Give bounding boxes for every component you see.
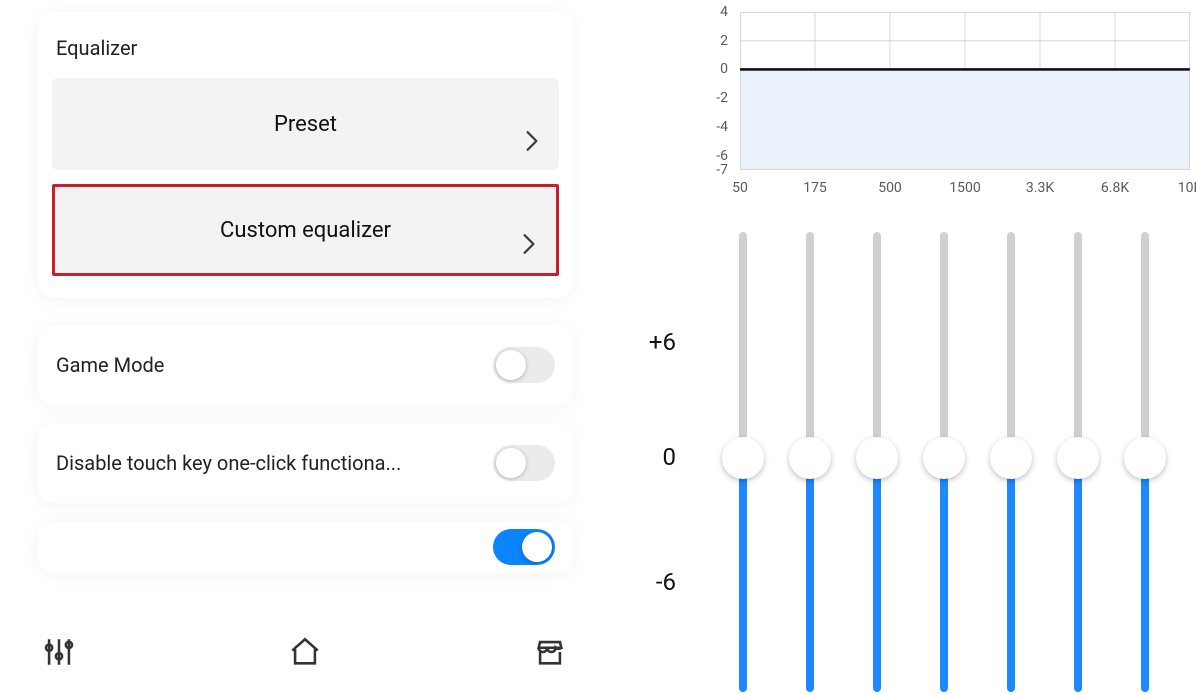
preset-option[interactable]: Preset	[52, 78, 559, 170]
home-icon[interactable]	[288, 635, 322, 669]
disable-touch-toggle[interactable]	[493, 445, 555, 481]
slider-scale-min: -6	[624, 568, 676, 596]
chevron-right-icon	[522, 233, 536, 259]
disable-touch-row: Disable touch key one-click functiona...	[38, 423, 573, 503]
slider-track-upper	[1007, 232, 1015, 448]
chart-y-tick: -7	[694, 162, 728, 178]
chart-y-tick: 2	[694, 33, 728, 49]
eq-band-slider[interactable]	[923, 232, 965, 692]
slider-track-lower	[1141, 462, 1149, 692]
chart-x-tick: 6.8K	[1101, 180, 1129, 196]
eq-band-slider[interactable]	[990, 232, 1032, 692]
chart-y-tick: -2	[694, 90, 728, 106]
eq-band-slider[interactable]	[722, 232, 764, 692]
chart-y-tick: -4	[694, 119, 728, 135]
slider-thumb[interactable]	[1124, 437, 1166, 479]
slider-thumb[interactable]	[789, 437, 831, 479]
game-mode-label: Game Mode	[56, 353, 164, 377]
custom-equalizer-option[interactable]: Custom equalizer	[52, 184, 559, 276]
chart-x-tick: 500	[878, 180, 902, 196]
partial-setting-toggle[interactable]	[493, 529, 555, 565]
partial-setting-row	[38, 521, 573, 573]
equalizer-card: Equalizer Preset Custom equalizer	[38, 12, 573, 298]
slider-scale-max: +6	[624, 328, 676, 356]
custom-equalizer-label: Custom equalizer	[220, 218, 391, 243]
slider-track-lower	[1007, 462, 1015, 692]
eq-sliders-area: +6 0 -6	[610, 232, 1180, 692]
slider-track-lower	[739, 462, 747, 692]
eq-band-slider[interactable]	[789, 232, 831, 692]
chart-x-tick: 50	[732, 180, 748, 196]
store-icon[interactable]	[533, 635, 567, 669]
preset-label: Preset	[274, 112, 337, 137]
eq-band-slider[interactable]	[1124, 232, 1166, 692]
sliders-icon[interactable]	[42, 635, 76, 669]
equalizer-title: Equalizer	[56, 36, 555, 60]
slider-track-lower	[873, 462, 881, 692]
slider-track-upper	[873, 232, 881, 448]
slider-thumb[interactable]	[856, 437, 898, 479]
equalizer-editor: 420-2-4-6-7 5017550015003.3K6.8K10K +6 0…	[610, 0, 1180, 694]
slider-track-upper	[1074, 232, 1082, 448]
slider-scale-mid: 0	[624, 443, 676, 471]
game-mode-row: Game Mode	[38, 325, 573, 405]
chevron-right-icon	[525, 130, 539, 156]
chart-x-tick: 1500	[949, 180, 980, 196]
slider-track-lower	[1074, 462, 1082, 692]
disable-touch-label: Disable touch key one-click functiona...	[56, 451, 401, 475]
slider-track-lower	[940, 462, 948, 692]
settings-panel: Equalizer Preset Custom equalizer Game M…	[12, 0, 597, 694]
slider-track-upper	[940, 232, 948, 448]
chart-x-tick: 3.3K	[1026, 180, 1054, 196]
slider-thumb[interactable]	[1057, 437, 1099, 479]
slider-track-upper	[806, 232, 814, 448]
slider-track-lower	[806, 462, 814, 692]
game-mode-toggle[interactable]	[493, 347, 555, 383]
chart-x-tick: 175	[803, 180, 827, 196]
eq-response-chart: 420-2-4-6-7 5017550015003.3K6.8K10K	[670, 6, 1164, 196]
slider-track-upper	[739, 232, 747, 448]
chart-y-tick: 0	[694, 61, 728, 77]
eq-band-slider[interactable]	[1057, 232, 1099, 692]
bottom-nav	[12, 622, 597, 682]
slider-thumb[interactable]	[923, 437, 965, 479]
eq-band-slider[interactable]	[856, 232, 898, 692]
chart-y-tick: 4	[694, 4, 728, 20]
slider-thumb[interactable]	[722, 437, 764, 479]
slider-track-upper	[1141, 232, 1149, 448]
chart-x-tick: 10K	[1178, 180, 1196, 196]
slider-thumb[interactable]	[990, 437, 1032, 479]
